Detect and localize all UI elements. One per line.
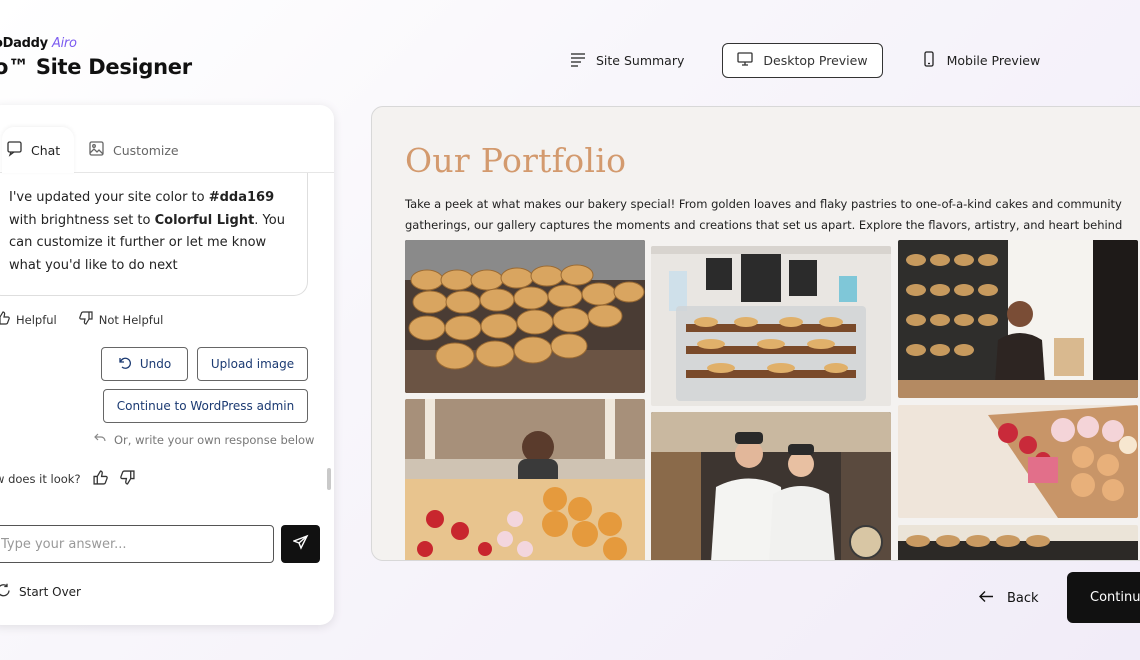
thumbs-up-icon	[0, 311, 10, 328]
portfolio-heading: Our Portfolio	[405, 141, 627, 180]
undo-button[interactable]: Undo	[101, 347, 188, 381]
answer-input[interactable]	[0, 525, 274, 563]
app-title: o™ Site Designer	[0, 55, 192, 79]
chat-bubble-icon	[6, 140, 23, 160]
thumbs-down-icon[interactable]	[119, 470, 135, 488]
assistant-message: I've updated your site color to #dda169 …	[0, 173, 308, 296]
tab-chat[interactable]: Chat	[2, 127, 74, 173]
scrollbar[interactable]	[327, 468, 331, 490]
thumbs-down-icon	[78, 311, 93, 328]
reply-arrow-icon	[94, 432, 106, 447]
color-value: #dda169	[208, 190, 275, 205]
gallery-photo-desserts-board	[898, 405, 1138, 518]
thumbs-up-icon[interactable]	[92, 470, 108, 488]
site-summary-tab[interactable]: Site Summary	[556, 43, 698, 78]
chat-panel: Chat Customize I've updated your site co…	[0, 105, 334, 625]
image-icon	[88, 140, 105, 160]
response-hint: Or, write your own response below	[94, 432, 314, 447]
not-helpful-button[interactable]: Not Helpful	[78, 311, 163, 328]
gallery-photo-bread-shelf	[898, 525, 1138, 560]
start-over-button[interactable]: Start Over	[0, 583, 81, 601]
phone-icon	[921, 51, 937, 70]
panel-tabs: Chat Customize	[0, 127, 334, 173]
continue-button[interactable]: Continu	[1067, 572, 1140, 623]
gallery-photo-bread-rolls	[405, 240, 645, 393]
helpful-button[interactable]: Helpful	[0, 311, 57, 328]
gallery-photo-baker-handing-bag	[898, 240, 1138, 398]
continue-wordpress-button[interactable]: Continue to WordPress admin	[103, 389, 308, 423]
gallery-photo-bakery-display	[651, 246, 891, 406]
send-icon	[291, 534, 309, 554]
arrow-left-icon	[978, 588, 995, 609]
gallery-photo-woman-pastry-case	[405, 399, 645, 560]
mobile-preview-tab[interactable]: Mobile Preview	[907, 43, 1055, 78]
monitor-icon	[737, 51, 754, 70]
gallery-photo-two-bakers	[651, 412, 891, 560]
back-button[interactable]: Back	[978, 588, 1039, 609]
refresh-icon	[0, 583, 11, 601]
send-button[interactable]	[281, 525, 320, 563]
undo-arrow-icon	[118, 356, 132, 373]
feedback-row: Helpful Not Helpful	[0, 311, 163, 328]
top-nav: Site Summary Desktop Preview Mobile Prev…	[556, 43, 1054, 78]
rating-row: ow does it look?	[0, 470, 135, 488]
desktop-preview-tab[interactable]: Desktop Preview	[722, 43, 883, 78]
desktop-preview: Our Portfolio Take a peek at what makes …	[371, 106, 1140, 561]
brand: oDaddy Airo o™ Site Designer	[0, 36, 192, 79]
brightness-value: Colorful Light	[154, 212, 255, 228]
brand-logo: oDaddy Airo	[0, 36, 77, 51]
list-lines-icon	[570, 51, 586, 70]
tab-customize[interactable]: Customize	[88, 127, 179, 173]
upload-image-button[interactable]: Upload image	[197, 347, 308, 381]
